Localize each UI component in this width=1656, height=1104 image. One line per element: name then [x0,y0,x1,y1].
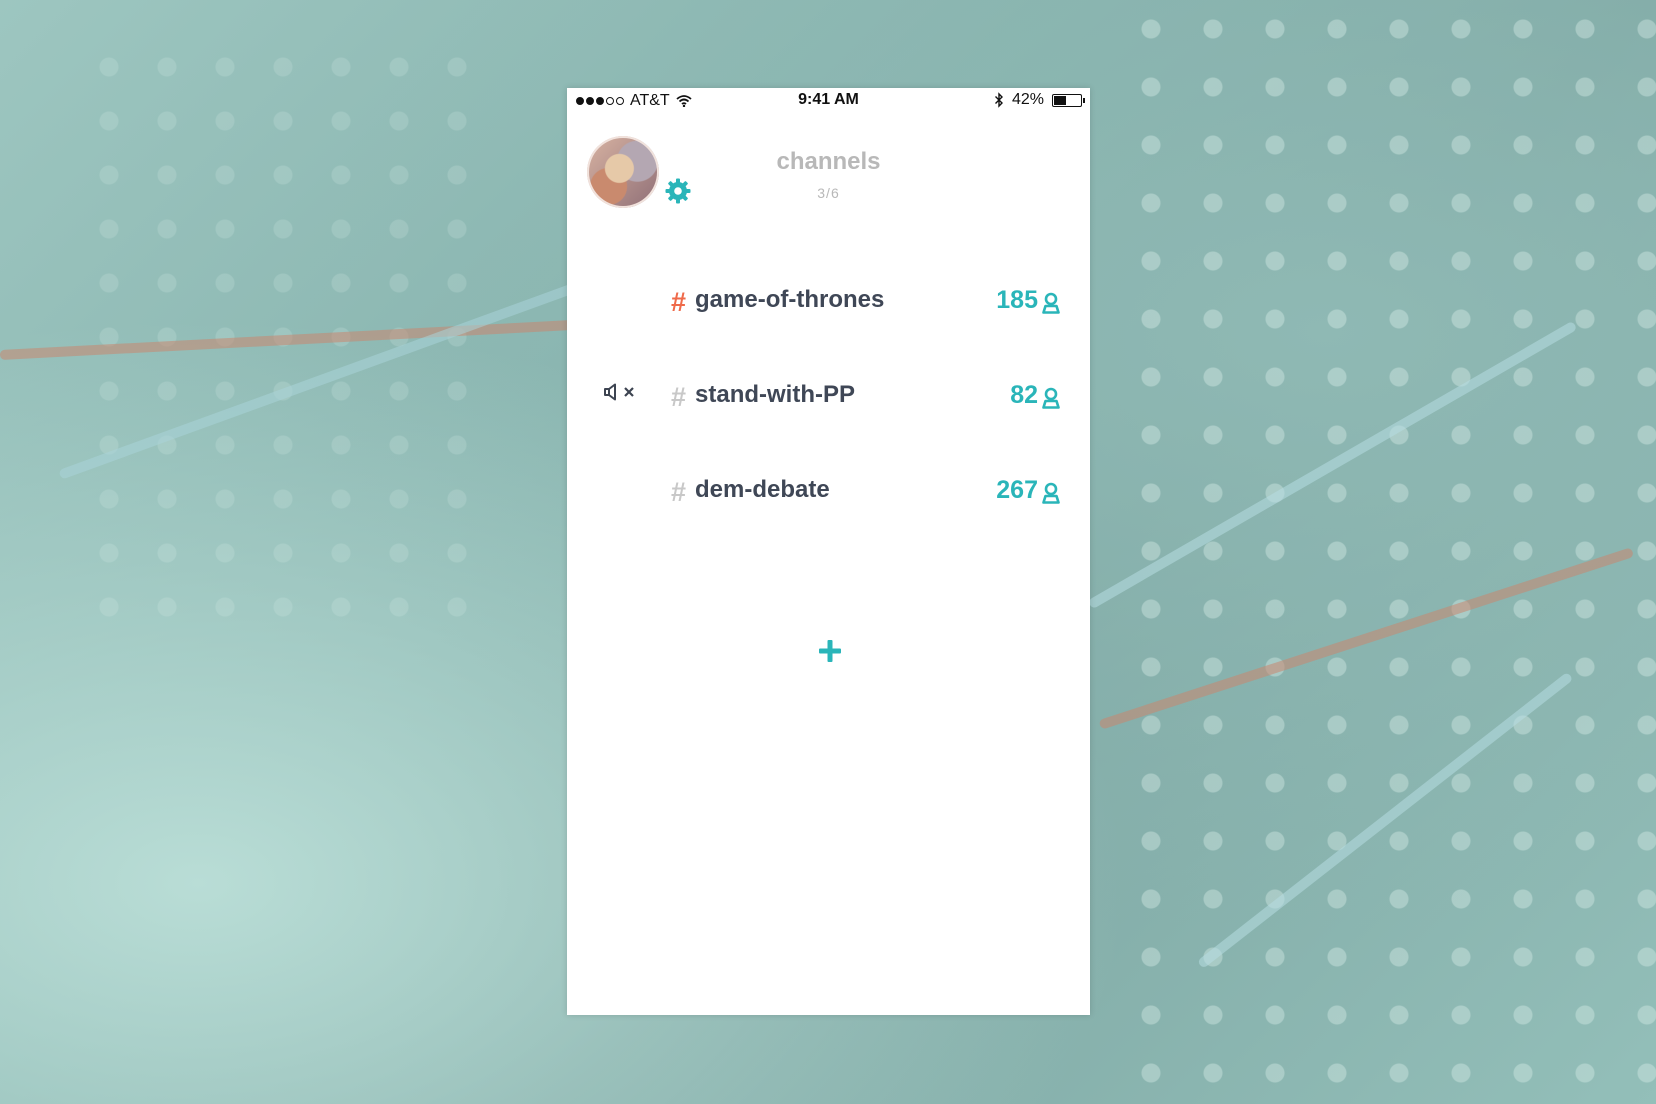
channel-row-dem-debate[interactable]: # dem-debate 267 [567,466,1090,516]
bluetooth-icon [994,92,1003,108]
page-title: channels [776,148,881,175]
hash-icon: # [671,287,687,317]
hash-icon: # [671,477,687,507]
add-channel-button[interactable] [817,638,843,664]
muted-speaker-icon [604,383,634,401]
battery-percent: 42% [1011,91,1044,108]
channel-name: dem-debate [695,476,830,503]
member-count: 185 [996,286,1038,314]
phone-screen: AT&T 9:41 AM 42% channels 3/6 # game-of-… [567,88,1090,1015]
battery-icon [1052,93,1085,107]
member-count: 82 [1010,381,1038,409]
background-pattern [1120,0,1656,1104]
channel-name: stand-with-PP [695,381,855,408]
person-icon [1042,387,1060,409]
person-icon [1042,482,1060,504]
status-bar: AT&T 9:41 AM 42% [567,88,1090,112]
channel-row-stand-with-PP[interactable]: # stand-with-PP 82 [567,371,1090,421]
channel-name: game-of-thrones [695,286,885,313]
battery-fill [1054,95,1066,105]
plus-icon [819,640,841,662]
channel-row-game-of-thrones[interactable]: # game-of-thrones 185 [567,276,1090,326]
member-count: 267 [996,476,1038,504]
mute-toggle[interactable] [603,383,637,401]
person-icon [1042,292,1060,314]
channel-count: 3/6 [817,185,840,201]
hash-icon: # [671,382,687,412]
status-right: 42% [994,91,1085,109]
